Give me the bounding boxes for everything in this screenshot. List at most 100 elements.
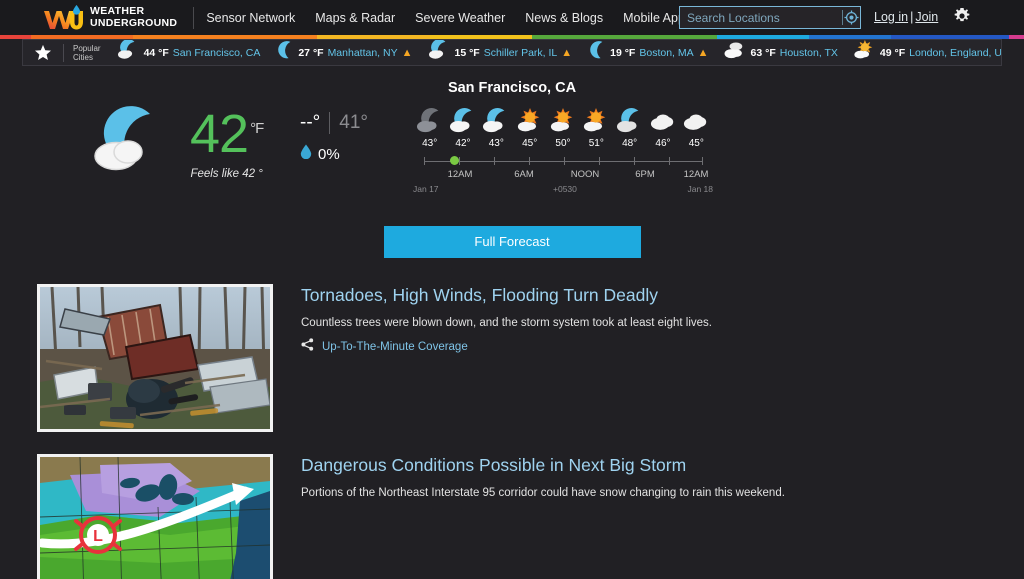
current-conditions-panel: San Francisco, CA 42 °F Feels like 42 ° -… bbox=[0, 80, 1024, 200]
timeline-label-6am: 6AM bbox=[514, 169, 534, 180]
article-description: Portions of the Northeast Interstate 95 … bbox=[301, 487, 785, 499]
nav-divider bbox=[193, 6, 195, 29]
gradient-seg-yellow bbox=[317, 35, 431, 39]
gear-icon[interactable] bbox=[954, 8, 970, 29]
precipitation-row: 0% bbox=[300, 144, 368, 164]
gradient-seg-green bbox=[532, 35, 717, 39]
timeline-timezone-offset: +0530 bbox=[553, 184, 577, 194]
nav-item-severe-weather[interactable]: Severe Weather bbox=[405, 11, 515, 25]
hour-cell[interactable]: 46° bbox=[646, 104, 679, 149]
moon-cloud-icon bbox=[480, 104, 513, 134]
share-icon bbox=[301, 338, 314, 356]
login-link[interactable]: Log in bbox=[874, 10, 908, 24]
top-navigation-bar: WEATHER UNDERGROUND Sensor Network Maps … bbox=[0, 0, 1024, 35]
full-forecast-button[interactable]: Full Forecast bbox=[383, 226, 641, 258]
moon-cloud-icon bbox=[116, 40, 140, 65]
brand-line-1: WEATHER bbox=[90, 5, 145, 17]
hourly-icons-row: 43° 42° 43° 45° 50° 51° 48° 46° 45° bbox=[413, 104, 713, 149]
popular-cities-label: Popular Cities bbox=[63, 43, 109, 62]
timeline-label-noon: NOON bbox=[570, 169, 600, 180]
city-item-houston[interactable]: 63 °F Houston, TX bbox=[716, 40, 845, 65]
article-coverage-link[interactable]: Up-To-The-Minute Coverage bbox=[301, 338, 712, 356]
crosshair-location-icon[interactable] bbox=[843, 10, 860, 25]
nav-item-maps-radar[interactable]: Maps & Radar bbox=[305, 11, 405, 25]
city-item-schiller-park[interactable]: 15 °F Schiller Park, IL ▲ bbox=[420, 40, 580, 65]
account-links: Log in | Join bbox=[874, 10, 938, 24]
nav-item-news-blogs[interactable]: News & Blogs bbox=[515, 11, 613, 25]
city-item-boston[interactable]: 19 °F Boston, MA ▲ bbox=[579, 40, 715, 65]
alert-warning-icon[interactable]: ▲ bbox=[402, 47, 413, 59]
hour-cell[interactable]: 43° bbox=[413, 104, 446, 149]
article-link-label: Up-To-The-Minute Coverage bbox=[322, 341, 468, 353]
svg-text:L: L bbox=[93, 528, 103, 545]
search-input[interactable] bbox=[680, 10, 842, 25]
low-temp: 41° bbox=[339, 112, 368, 133]
timeline-tick bbox=[669, 157, 670, 165]
timeline-tick bbox=[529, 157, 530, 165]
hour-cell[interactable]: 42° bbox=[446, 104, 479, 149]
gradient-seg-yellow2 bbox=[430, 35, 533, 39]
nav-item-sensor-network[interactable]: Sensor Network bbox=[196, 11, 305, 25]
raindrop-icon bbox=[300, 144, 312, 164]
popular-label-line2: Cities bbox=[73, 52, 94, 62]
city-name: London, England, United Kingdom bbox=[909, 46, 1002, 59]
star-icon[interactable] bbox=[23, 44, 63, 62]
city-temp: 27 °F bbox=[298, 46, 324, 59]
sun-cloud-icon bbox=[546, 104, 579, 134]
high-temp: --° bbox=[300, 112, 321, 133]
news-articles-list: Tornadoes, High Winds, Flooding Turn Dea… bbox=[0, 284, 1024, 579]
cloud-icon bbox=[646, 104, 679, 134]
city-name: Houston, TX bbox=[779, 46, 838, 59]
timeline-tick bbox=[599, 157, 600, 165]
article-title[interactable]: Tornadoes, High Winds, Flooding Turn Dea… bbox=[301, 285, 712, 306]
city-item-san-francisco[interactable]: 44 °F San Francisco, CA bbox=[109, 40, 268, 65]
search-locations-container[interactable] bbox=[679, 6, 861, 29]
timeline-date-start: Jan 17 bbox=[413, 184, 439, 194]
city-name: Schiller Park, IL bbox=[483, 46, 558, 59]
city-temp: 63 °F bbox=[750, 46, 776, 59]
timeline-label-12am-end: 12AM bbox=[683, 169, 709, 180]
high-low-precip-block: --° 41° 0% bbox=[300, 112, 368, 164]
moon-cloud-icon bbox=[427, 40, 451, 65]
moon-cloud-dark-icon bbox=[413, 104, 446, 134]
join-link[interactable]: Join bbox=[915, 10, 938, 24]
article-body: Dangerous Conditions Possible in Next Bi… bbox=[273, 454, 785, 579]
gradient-seg-orange2 bbox=[133, 35, 318, 39]
sun-cloud-icon bbox=[580, 104, 613, 134]
current-time-marker[interactable] bbox=[450, 156, 459, 165]
timeline-axis-line bbox=[424, 161, 702, 162]
timeline-date-labels: Jan 17 +0530 Jan 18 bbox=[413, 184, 713, 196]
timeline-tick bbox=[459, 157, 460, 165]
hour-cell[interactable]: 48° bbox=[613, 104, 646, 149]
city-item-manhattan[interactable]: 27 °F Manhattan, NY ▲ bbox=[267, 40, 419, 65]
hour-cell[interactable]: 50° bbox=[546, 104, 579, 149]
hour-cell[interactable]: 51° bbox=[580, 104, 613, 149]
alert-warning-icon[interactable]: ▲ bbox=[698, 47, 709, 59]
weather-map-photo[interactable]: L bbox=[37, 454, 273, 579]
article-description: Countless trees were blown down, and the… bbox=[301, 317, 713, 329]
city-temp: 15 °F bbox=[454, 46, 480, 59]
gradient-seg-magenta bbox=[1008, 35, 1024, 39]
hour-cell[interactable]: 45° bbox=[680, 104, 713, 149]
city-temp: 19 °F bbox=[610, 46, 636, 59]
temperature-unit: °F bbox=[250, 120, 264, 137]
forecast-timeline-track[interactable] bbox=[413, 156, 713, 166]
city-item-london[interactable]: 49 °F London, England, United Kingdom bbox=[845, 40, 1002, 65]
timeline-tick bbox=[634, 157, 635, 165]
current-temperature-value-wrap: 42 °F bbox=[190, 102, 264, 161]
full-forecast-section: Full Forecast bbox=[0, 226, 1024, 258]
high-low-row: --° 41° bbox=[300, 112, 368, 134]
hour-cell[interactable]: 43° bbox=[480, 104, 513, 149]
tornado-damage-photo[interactable] bbox=[37, 284, 273, 432]
city-name: San Francisco, CA bbox=[172, 46, 261, 59]
city-name: Manhattan, NY bbox=[327, 46, 398, 59]
timeline-tick bbox=[564, 157, 565, 165]
alert-warning-icon[interactable]: ▲ bbox=[561, 47, 572, 59]
brand-logo[interactable]: WEATHER UNDERGROUND bbox=[43, 4, 177, 31]
article-title[interactable]: Dangerous Conditions Possible in Next Bi… bbox=[301, 455, 785, 476]
hour-cell[interactable]: 45° bbox=[513, 104, 546, 149]
city-name: Boston, MA bbox=[639, 46, 694, 59]
timeline-tick bbox=[424, 157, 425, 165]
moon-cloud-icon bbox=[613, 104, 646, 134]
timeline-tick bbox=[494, 157, 495, 165]
